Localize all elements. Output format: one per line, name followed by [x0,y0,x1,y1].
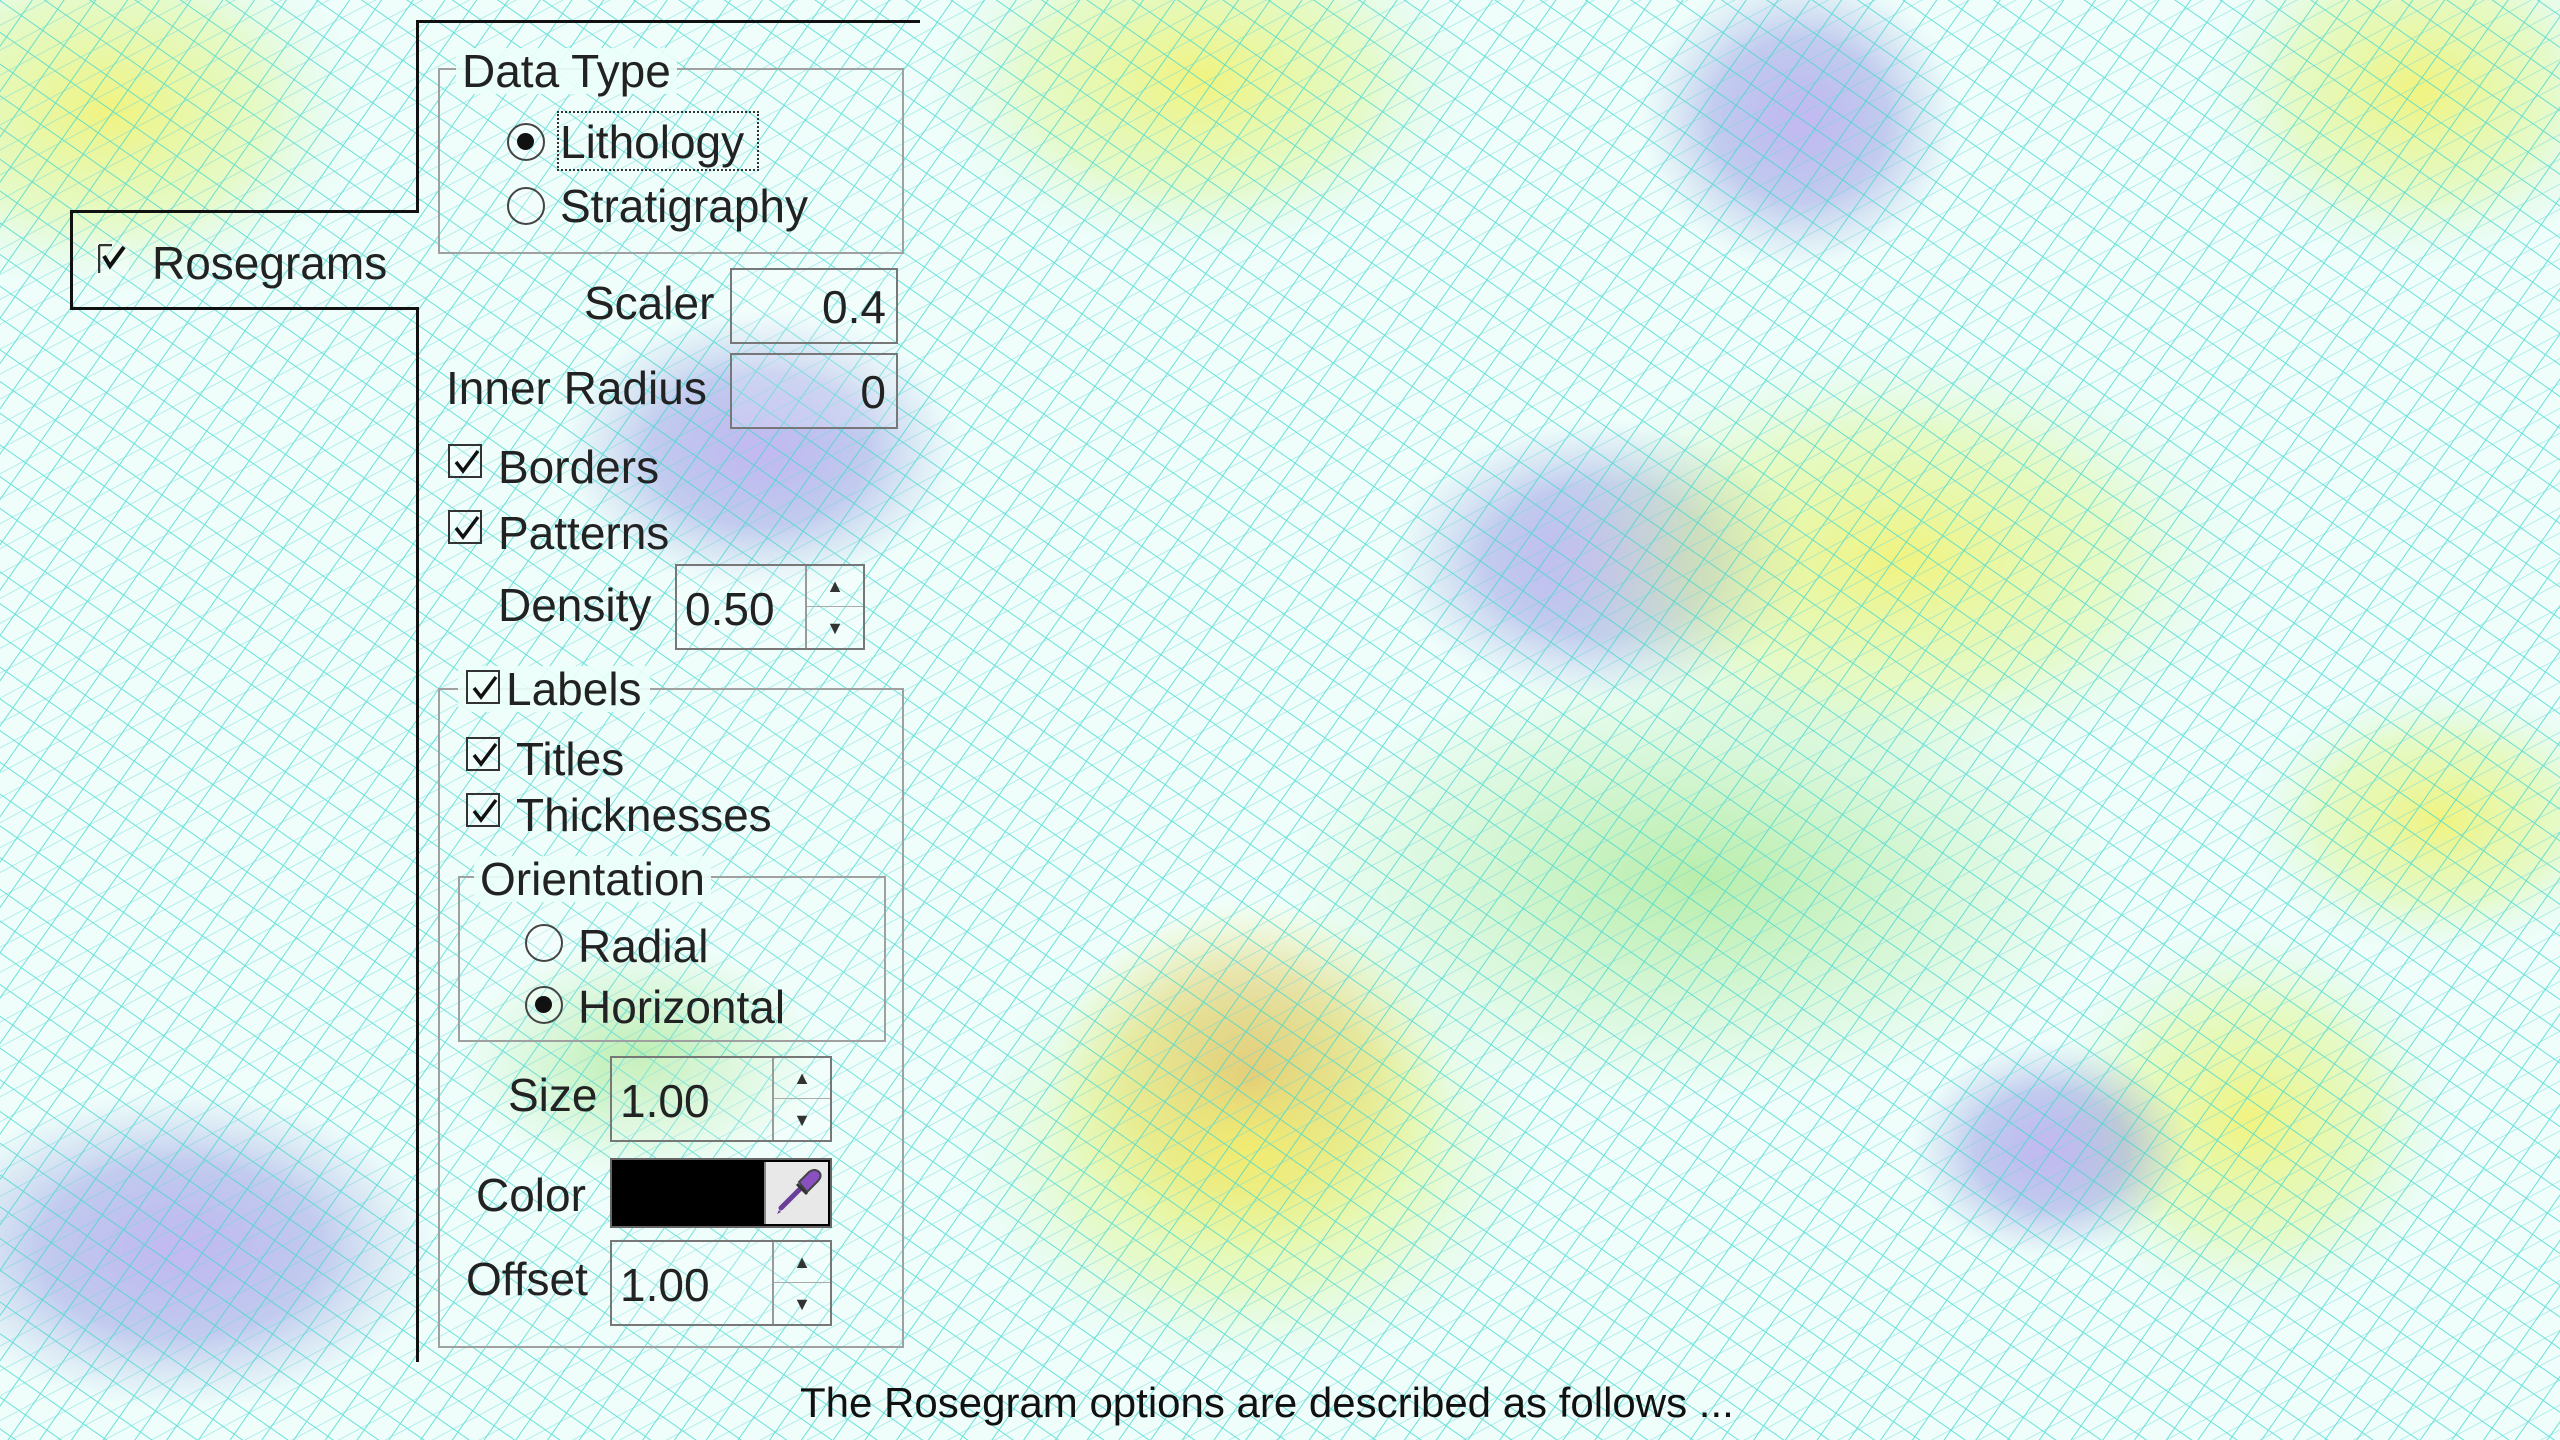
orientation-title: Orientation [474,856,712,902]
density-up-button[interactable]: ▲ [807,566,863,607]
inner-radius-value: 0 [860,366,886,418]
thicknesses-checkbox[interactable] [466,793,500,827]
patterns-label: Patterns [498,507,670,559]
offset-spin: ▲ ▼ [772,1242,830,1324]
data-type-title: Data Type [456,48,677,94]
density-stepper[interactable]: 0.50 ▲ ▼ [675,564,865,650]
density-value: 0.50 [685,583,775,635]
offset-down-button[interactable]: ▼ [774,1283,830,1324]
density-down-button[interactable]: ▼ [807,607,863,648]
arrow-down-icon: ▼ [793,1109,811,1130]
stratigraphy-radio[interactable] [507,187,545,225]
radial-label: Radial [578,920,709,972]
color-swatch[interactable] [610,1158,832,1228]
caption-text: The Rosegram options are described as fo… [800,1379,1734,1426]
callout-lower-stem [416,307,419,1362]
color-label: Color [476,1169,586,1221]
borders-label: Borders [498,441,660,493]
offset-label: Offset [466,1253,588,1305]
scaler-label: Scaler [584,277,715,329]
inner-radius-label: Inner Radius [446,362,707,414]
horizontal-label: Horizontal [578,981,786,1033]
patterns-checkbox[interactable] [448,510,482,544]
arrow-down-icon: ▼ [793,1293,811,1314]
density-label: Density [498,579,652,631]
radial-radio[interactable] [525,924,563,962]
size-up-button[interactable]: ▲ [774,1058,830,1099]
size-value: 1.00 [620,1075,710,1127]
horizontal-radio[interactable] [525,986,563,1024]
arrow-up-icon: ▲ [793,1252,811,1272]
arrow-up-icon: ▲ [826,576,844,596]
size-down-button[interactable]: ▼ [774,1099,830,1140]
labels-title: Labels [506,663,642,715]
lithology-label: Lithology [560,116,745,168]
labels-checkbox[interactable] [466,670,500,704]
stratigraphy-label: Stratigraphy [560,180,809,232]
borders-checkbox[interactable] [448,444,482,478]
offset-value: 1.00 [620,1259,710,1311]
titles-checkbox[interactable] [466,737,500,771]
rosegrams-label: Rosegrams [152,237,388,289]
inner-radius-input[interactable]: 0 [730,353,898,429]
density-spin: ▲ ▼ [805,566,863,648]
eyedropper-button[interactable] [764,1162,828,1224]
titles-label: Titles [516,733,625,785]
thicknesses-label: Thicknesses [516,789,772,841]
rosegrams-checkbox[interactable] [95,242,129,276]
scaler-input[interactable]: 0.4 [730,268,898,344]
callout-top-line [418,20,920,23]
size-label: Size [508,1069,598,1121]
offset-up-button[interactable]: ▲ [774,1242,830,1283]
size-stepper[interactable]: 1.00 ▲ ▼ [610,1056,832,1142]
lithology-radio[interactable] [507,123,545,161]
eyedropper-icon [777,1169,822,1214]
scaler-value: 0.4 [822,281,886,333]
arrow-down-icon: ▼ [826,617,844,638]
size-spin: ▲ ▼ [772,1058,830,1140]
arrow-up-icon: ▲ [793,1068,811,1088]
callout-upper-stem [416,20,419,213]
offset-stepper[interactable]: 1.00 ▲ ▼ [610,1240,832,1326]
